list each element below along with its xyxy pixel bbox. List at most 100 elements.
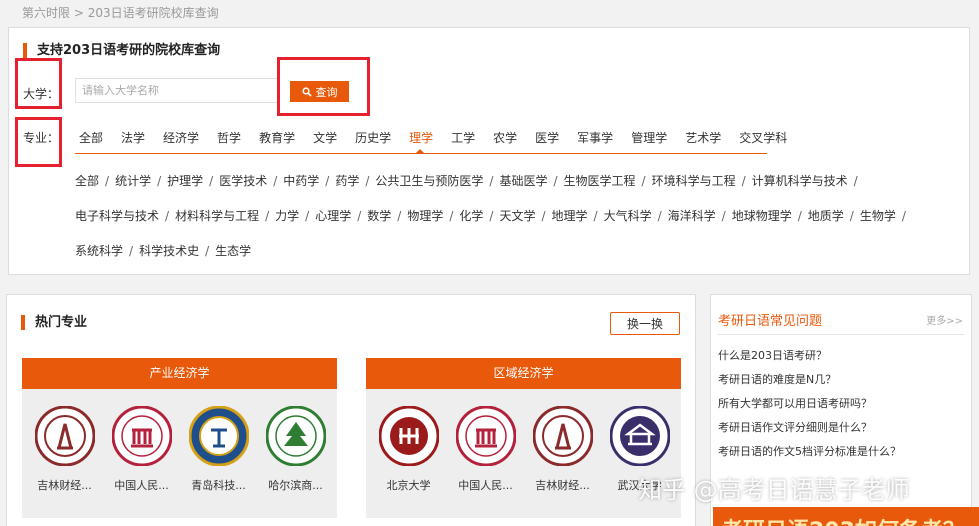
major-tab[interactable]: 理学 xyxy=(405,124,433,154)
highlight-box-major xyxy=(15,117,62,167)
sub-major-link[interactable]: 心理学 xyxy=(315,209,351,223)
separator: / xyxy=(593,209,598,223)
separator: / xyxy=(849,209,854,223)
separator: / xyxy=(741,174,746,188)
separator: / xyxy=(853,174,858,188)
sub-major-link[interactable]: 物理学 xyxy=(407,209,443,223)
university-seal-icon xyxy=(34,406,95,466)
hot-majors-panel: 热门专业 换一换 产业经济学 吉林财经... 中国人民... 青岛科技... 哈… xyxy=(6,294,696,526)
university-item[interactable]: 中国人民... xyxy=(447,406,524,493)
separator: / xyxy=(205,244,210,258)
separator: / xyxy=(657,209,662,223)
breadcrumb-home[interactable]: 第六时限 xyxy=(22,6,70,20)
sub-major-link[interactable]: 基础医学 xyxy=(499,174,547,188)
sub-major-link[interactable]: 生物学 xyxy=(860,209,896,223)
sub-major-list-row-3: 系统科学 / 科学技术史 / 生态学 xyxy=(75,242,955,259)
sub-major-list-row-1: 全部 / 统计学 / 护理学 / 医学技术 / 中药学 / 药学 / 公共卫生与预防医学 / 基础医学 / 生物… xyxy=(75,172,955,189)
major-tab[interactable]: 农学 xyxy=(489,124,517,153)
major-card[interactable]: 产业经济学 吉林财经... 中国人民... 青岛科技... 哈尔滨商... xyxy=(22,358,337,518)
faq-item[interactable]: 所有大学都可以用日语考研吗？ xyxy=(718,395,901,419)
university-name: 哈尔滨商... xyxy=(268,479,323,492)
separator: / xyxy=(641,174,646,188)
sub-major-link[interactable]: 医学技术 xyxy=(219,174,267,188)
major-card-title[interactable]: 区域经济学 xyxy=(366,358,681,389)
university-name: 吉林财经... xyxy=(37,479,92,492)
sub-major-link[interactable]: 生物医学工程 xyxy=(564,174,636,188)
university-seal-icon xyxy=(378,406,439,466)
sub-major-link[interactable]: 中药学 xyxy=(283,174,319,188)
sub-major-link[interactable]: 统计学 xyxy=(115,174,151,188)
sub-major-link[interactable]: 计算机科学与技术 xyxy=(752,174,848,188)
sub-major-link[interactable]: 海洋科学 xyxy=(668,209,716,223)
sub-major-link[interactable]: 力学 xyxy=(275,209,299,223)
major-tab[interactable]: 哲学 xyxy=(213,124,241,153)
faq-item[interactable]: 考研日语作文评分细则是什么？ xyxy=(718,419,901,443)
university-seal-icon xyxy=(609,406,670,466)
university-item[interactable]: 北京大学 xyxy=(370,406,447,493)
breadcrumb-separator: > xyxy=(70,6,88,20)
university-seal-icon xyxy=(265,406,326,466)
separator: / xyxy=(397,209,402,223)
sub-major-link[interactable]: 地质学 xyxy=(808,209,844,223)
search-section-title: 支持203日语考研的院校库查询 xyxy=(23,43,220,58)
sub-major-link[interactable]: 地球物理学 xyxy=(732,209,792,223)
faq-title: 考研日语常见问题 xyxy=(718,314,823,329)
university-search-input[interactable] xyxy=(75,78,280,103)
sub-major-link[interactable]: 材料科学与工程 xyxy=(175,209,259,223)
separator: / xyxy=(157,174,162,188)
separator: / xyxy=(721,209,726,223)
faq-more-link[interactable]: 更多>> xyxy=(926,312,963,327)
promo-banner[interactable]: 考研日语203如何备考？ xyxy=(713,507,979,526)
sub-major-link[interactable]: 药学 xyxy=(335,174,359,188)
university-item[interactable]: 吉林财经... xyxy=(524,406,601,493)
sub-major-link[interactable]: 系统科学 xyxy=(75,244,123,258)
major-tab[interactable]: 历史学 xyxy=(351,124,391,153)
sub-major-list-row-2: 电子科学与技术 / 材料科学与工程 / 力学 / 心理学 / 数学 / 物理学 / 化学 / 天文学 / 地理学… xyxy=(75,207,955,224)
major-tab[interactable]: 医学 xyxy=(531,124,559,153)
separator: / xyxy=(165,209,170,223)
faq-item[interactable]: 考研日语的作文5档评分标准是什么？ xyxy=(718,443,901,467)
major-tab[interactable]: 工学 xyxy=(447,124,475,153)
sub-major-link[interactable]: 全部 xyxy=(75,174,99,188)
university-name: 中国人民... xyxy=(458,479,513,492)
major-category-tabs: 全部 法学 经济学 哲学 教育学 文学 历史学 理学 工学 农学 医学 军事学 管理学 艺术学 交叉学科 xyxy=(75,124,787,154)
highlight-box-query xyxy=(277,57,370,116)
separator: / xyxy=(265,209,270,223)
university-seal-icon xyxy=(455,406,516,466)
sub-major-link[interactable]: 大气科学 xyxy=(604,209,652,223)
sub-major-link[interactable]: 化学 xyxy=(459,209,483,223)
university-item[interactable]: 中国人民... xyxy=(103,406,180,493)
faq-item[interactable]: 什么是203日语考研？ xyxy=(718,347,901,371)
sub-major-link[interactable]: 环境科学与工程 xyxy=(652,174,736,188)
university-item[interactable]: 吉林财经... xyxy=(26,406,103,493)
sub-major-link[interactable]: 护理学 xyxy=(167,174,203,188)
sub-major-link[interactable]: 生态学 xyxy=(215,244,251,258)
search-panel: 支持203日语考研的院校库查询 大学： 专业： 查询 全部法学经济学哲学教育学文… xyxy=(8,27,970,275)
major-card[interactable]: 区域经济学 北京大学 中国人民... 吉林财经... 武汉大学 xyxy=(366,358,681,518)
separator: / xyxy=(449,209,454,223)
major-tab[interactable]: 经济学 xyxy=(159,124,199,153)
sub-major-link[interactable]: 科学技术史 xyxy=(139,244,199,258)
sub-major-link[interactable]: 数学 xyxy=(367,209,391,223)
sub-major-link[interactable]: 地理学 xyxy=(552,209,588,223)
major-tab[interactable]: 军事学 xyxy=(573,124,613,153)
university-item[interactable]: 哈尔滨商... xyxy=(257,406,334,493)
major-tab[interactable]: 教育学 xyxy=(255,124,295,153)
sub-major-link[interactable]: 天文学 xyxy=(499,209,535,223)
university-item[interactable]: 青岛科技... xyxy=(180,406,257,493)
major-tab[interactable]: 艺术学 xyxy=(681,124,721,153)
faq-item[interactable]: 考研日语的难度是N几？ xyxy=(718,371,901,395)
separator: / xyxy=(541,209,546,223)
refresh-button[interactable]: 换一换 xyxy=(610,312,680,335)
sub-major-link[interactable]: 电子科学与技术 xyxy=(75,209,159,223)
major-tab[interactable]: 全部 xyxy=(75,124,103,153)
major-tab[interactable]: 交叉学科 xyxy=(735,124,787,153)
major-tab[interactable]: 法学 xyxy=(117,124,145,153)
watermark: 知乎 @高考日语慧子老师 xyxy=(638,476,910,504)
university-seal-icon xyxy=(188,406,249,466)
major-card-title[interactable]: 产业经济学 xyxy=(22,358,337,389)
sub-major-link[interactable]: 公共卫生与预防医学 xyxy=(375,174,483,188)
major-tab[interactable]: 管理学 xyxy=(627,124,667,153)
major-tab[interactable]: 文学 xyxy=(309,124,337,153)
separator: / xyxy=(365,174,370,188)
